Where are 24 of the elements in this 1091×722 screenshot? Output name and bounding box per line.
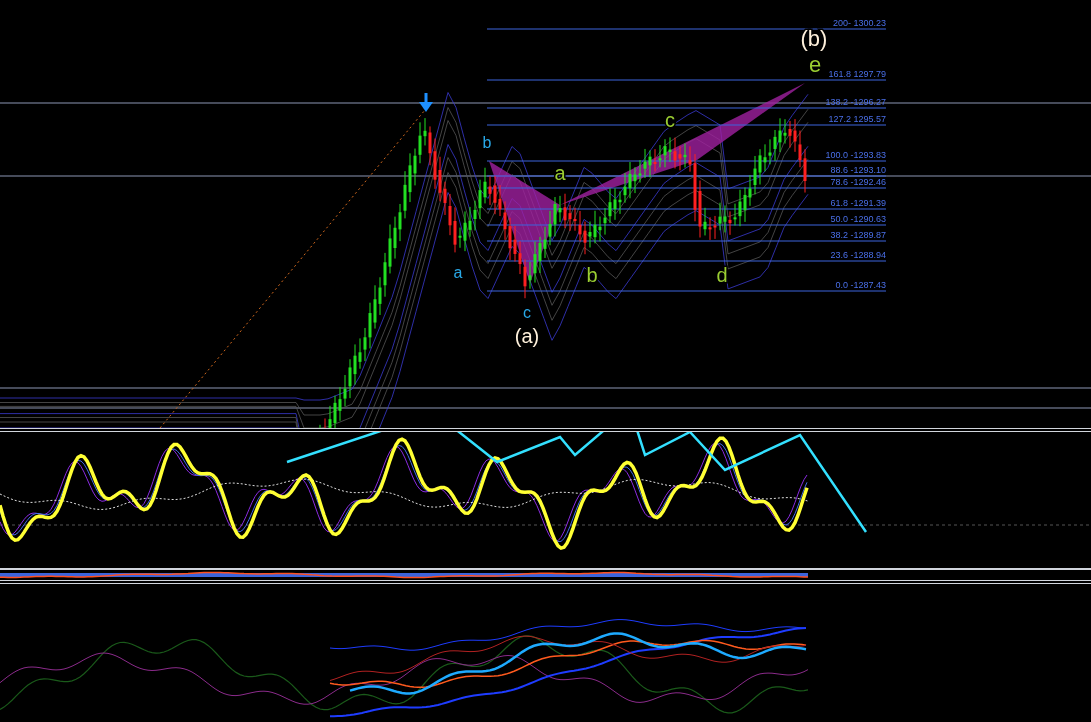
fib-level-label: 161.8 1297.79 [828, 69, 886, 79]
fib-level-label: 200- 1300.23 [832, 18, 886, 28]
fib-level-label: 138.2 -1296.27 [825, 97, 886, 107]
fib-level-label: 88.6 -1293.10 [830, 165, 886, 175]
wave-label: c [523, 304, 531, 321]
fib-level-label: 50.0 -1290.63 [830, 214, 886, 224]
wave-label: (b) [800, 26, 828, 51]
candlestick [319, 424, 321, 428]
down-arrow-icon [419, 93, 433, 112]
fib-level-label: 38.2 -1289.87 [830, 230, 886, 240]
wave-label: a [453, 264, 463, 281]
wave-label: e [808, 52, 822, 77]
fib-level-label: 78.6 -1292.46 [830, 177, 886, 187]
fib-level-label: 0.0 -1287.43 [835, 280, 886, 290]
wave-label: c [665, 109, 675, 131]
wave-label: d [716, 264, 728, 286]
wave-label: b [586, 264, 598, 286]
fib-level-label: 61.8 -1291.39 [830, 198, 886, 208]
wave-label: b [482, 134, 492, 151]
fib-level-label: 23.6 -1288.94 [830, 250, 886, 260]
wave-label: (a) [514, 325, 540, 347]
fib-level-label: 127.2 1295.57 [828, 114, 886, 124]
fib-level-label: 100.0 -1293.83 [825, 150, 886, 160]
candlestick [324, 417, 326, 428]
